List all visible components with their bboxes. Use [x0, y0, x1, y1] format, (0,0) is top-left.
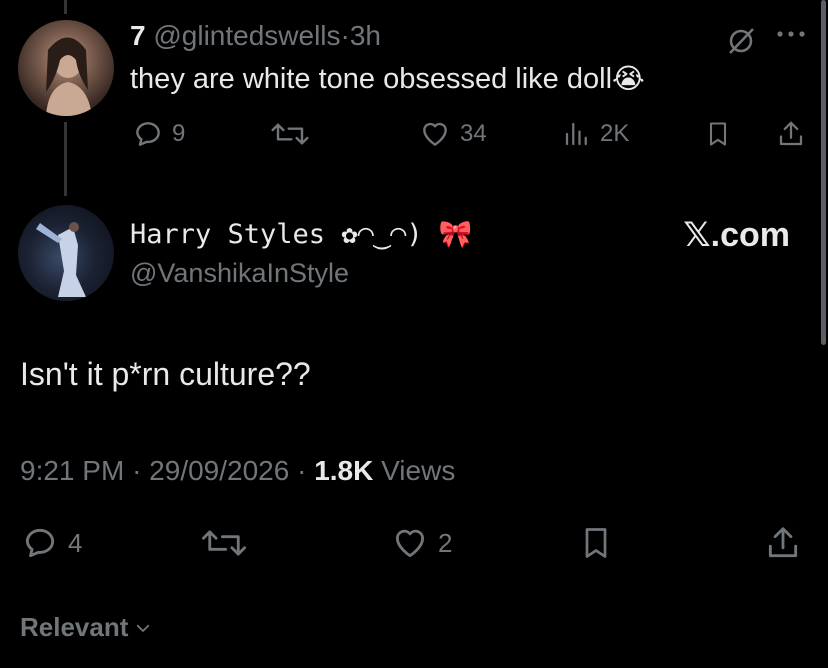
heart-icon — [395, 529, 425, 558]
grok-icon[interactable] — [726, 26, 756, 61]
share-button[interactable] — [776, 118, 806, 150]
display-name[interactable]: 7 — [130, 20, 146, 51]
sort-label: Relevant — [20, 612, 129, 642]
repost-icon — [271, 123, 309, 145]
tweet-header: 7 @glintedswells·3h — [130, 20, 381, 52]
quoted-handle[interactable]: @VanshikaInStyle — [130, 258, 349, 289]
tweet-text: they are white tone obsessed like doll😭 — [130, 62, 645, 96]
separator: · — [132, 455, 142, 486]
reply-count: 4 — [68, 527, 83, 558]
timestamp[interactable]: 3h — [350, 20, 381, 51]
bookmark-button[interactable] — [704, 118, 732, 150]
reply-icon — [136, 122, 160, 146]
reply-count: 9 — [172, 120, 186, 147]
avatar-photo — [46, 37, 92, 116]
avatar[interactable] — [18, 205, 114, 301]
avatar[interactable] — [18, 20, 114, 116]
bookmark-icon — [709, 122, 727, 146]
more-icon[interactable] — [774, 26, 808, 47]
heart-icon — [423, 122, 447, 146]
like-count: 34 — [460, 120, 487, 147]
views-icon — [565, 122, 587, 146]
views-label: Views — [381, 455, 456, 486]
like-count: 2 — [438, 527, 453, 558]
x-logo: 𝕏.com — [683, 216, 790, 254]
separator: · — [340, 20, 350, 51]
reply-icon — [25, 528, 55, 558]
chevron-down-icon — [137, 624, 150, 632]
views-count: 1.8K — [314, 455, 374, 486]
views-button[interactable]: 2K — [562, 118, 629, 150]
tweet-body: they are white tone obsessed like doll — [130, 63, 613, 95]
loudly-crying-emoji: 😭 — [612, 63, 645, 94]
thread-line — [64, 122, 67, 196]
repost-button[interactable] — [270, 118, 310, 150]
reply-button[interactable]: 9 — [132, 118, 185, 150]
separator: · — [297, 455, 307, 486]
repost-button[interactable] — [200, 524, 248, 562]
avatar-photo — [36, 222, 86, 297]
bookmark-icon — [585, 528, 607, 558]
scrollbar[interactable] — [821, 0, 826, 345]
share-button[interactable] — [764, 524, 802, 562]
like-button[interactable]: 2 — [390, 524, 452, 562]
share-icon — [768, 527, 798, 558]
repost-icon — [201, 530, 247, 556]
main-tweet-text: Isn't it p*rn culture?? — [20, 356, 311, 392]
sort-replies-dropdown[interactable]: Relevant — [20, 612, 152, 643]
like-button[interactable]: 34 — [418, 118, 487, 150]
reply-button[interactable]: 4 — [20, 524, 82, 562]
post-date[interactable]: 29/09/2026 — [149, 455, 289, 486]
views-count: 2K — [600, 120, 630, 147]
bookmark-button[interactable] — [578, 524, 614, 562]
handle[interactable]: @glintedswells — [153, 20, 340, 51]
share-icon — [779, 121, 803, 146]
quoted-display-name[interactable]: Harry Styles ✿◠‿◠) 🎀 — [130, 218, 472, 250]
tweet-meta: 9:21 PM · 29/09/2026 · 1.8K Views — [20, 455, 455, 487]
post-time[interactable]: 9:21 PM — [20, 455, 124, 486]
thread-line-top — [64, 0, 67, 14]
